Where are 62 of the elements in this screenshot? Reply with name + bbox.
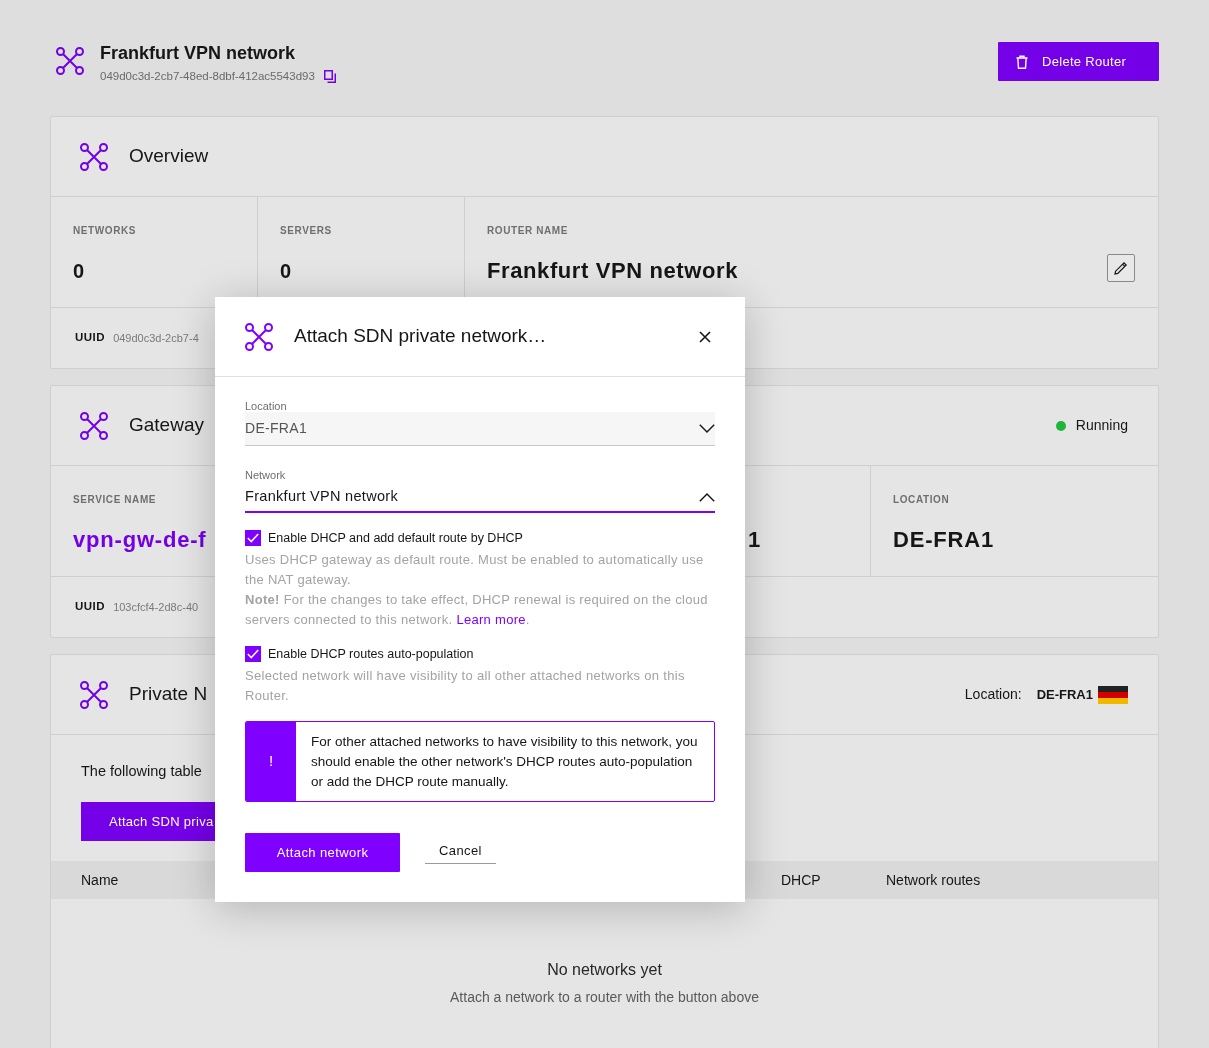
checkbox-label: Enable DHCP routes auto-population: [268, 646, 474, 662]
copy-icon[interactable]: [323, 69, 336, 83]
column-header: Name: [81, 872, 119, 888]
chevron-up-icon: [699, 492, 715, 502]
attach-network-button[interactable]: Attach SDN priva: [81, 802, 215, 841]
chevron-down-icon: [699, 424, 715, 433]
column-header: Network routes: [886, 872, 981, 888]
stat-value: DE-FRA1: [893, 527, 994, 553]
stat-value: 1: [748, 527, 761, 553]
delete-router-button[interactable]: Delete Router: [998, 42, 1159, 81]
field-label: Network: [245, 469, 286, 481]
trash-icon: [1016, 54, 1028, 69]
help-text: Uses DHCP gateway as default route. Must be enabled to automatically use the NAT gateway.: [245, 551, 705, 589]
connected-nodes-icon: [56, 47, 84, 75]
close-icon: [699, 330, 711, 343]
connected-nodes-icon: [80, 680, 108, 709]
checkbox-label: Enable DHCP and add default route by DHCP: [268, 530, 523, 546]
router-name: Frankfurt VPN network: [487, 258, 738, 284]
alert-marker: !: [246, 722, 296, 801]
service-name-link[interactable]: vpn-gw-de-f: [73, 527, 207, 553]
section-title: Gateway: [129, 413, 204, 438]
status-label: Running: [1075, 416, 1128, 435]
learn-more-link[interactable]: Learn more: [456, 612, 526, 627]
checkmark-icon: [247, 533, 259, 543]
stat-label: NETWORKS: [73, 225, 137, 237]
uuid-label: UUID: [75, 599, 106, 615]
flag-icon: [1098, 685, 1128, 704]
cancel-button[interactable]: Cancel: [425, 841, 496, 864]
edit-button[interactable]: [1107, 254, 1135, 282]
location-value: DE-FRA1: [1036, 685, 1093, 704]
attach-network-button[interactable]: Attach network: [245, 833, 400, 872]
intro-text: The following table: [81, 762, 202, 781]
uuid-value: 049d0c3d-2cb7-4: [113, 330, 199, 346]
stat-label: SERVICE NAME: [73, 494, 157, 506]
checkmark-icon: [247, 649, 259, 659]
checkbox[interactable]: [245, 530, 261, 546]
pencil-icon: [1114, 261, 1128, 275]
connected-nodes-icon: [80, 411, 108, 440]
connected-nodes-icon: [245, 322, 273, 351]
stat-label: SERVERS: [280, 225, 332, 237]
router-uuid: 049d0c3d-2cb7-48ed-8dbf-412ac5543d93: [100, 69, 315, 83]
stat-label: ROUTER NAME: [487, 225, 569, 237]
section-title: Private N: [129, 682, 208, 707]
uuid-label: UUID: [75, 330, 106, 346]
section-title: Overview: [129, 144, 209, 169]
uuid-value: 103cfcf4-2d8c-40: [113, 599, 199, 615]
modal-title: Attach SDN private network…: [294, 324, 547, 349]
empty-state-text: Attach a network to a router with the button above: [450, 988, 759, 1006]
column-header: DHCP: [781, 872, 821, 888]
stat-value: 0: [280, 259, 292, 284]
note-text: Note! For the changes to take effect, DHCP renewal is required on the cloud servers connected to this network. Learn more.: [245, 591, 709, 629]
location-label: Location:: [964, 685, 1022, 704]
stat-value: 0: [73, 259, 85, 284]
empty-state-title: No networks yet: [547, 960, 662, 980]
checkbox[interactable]: [245, 646, 261, 662]
page-title: Frankfurt VPN network: [100, 42, 296, 65]
help-text: Selected network will have visibility to all other attached networks on this Router.: [245, 667, 686, 705]
close-button[interactable]: [699, 330, 711, 343]
alert-message: For other attached networks to have visibility to this network, you should enable the other network's DHCP routes auto-population or add the DHCP route manually.: [310, 732, 699, 791]
stat-label: LOCATION: [893, 494, 950, 506]
connected-nodes-icon: [80, 142, 108, 171]
field-label: Location: [245, 400, 287, 412]
